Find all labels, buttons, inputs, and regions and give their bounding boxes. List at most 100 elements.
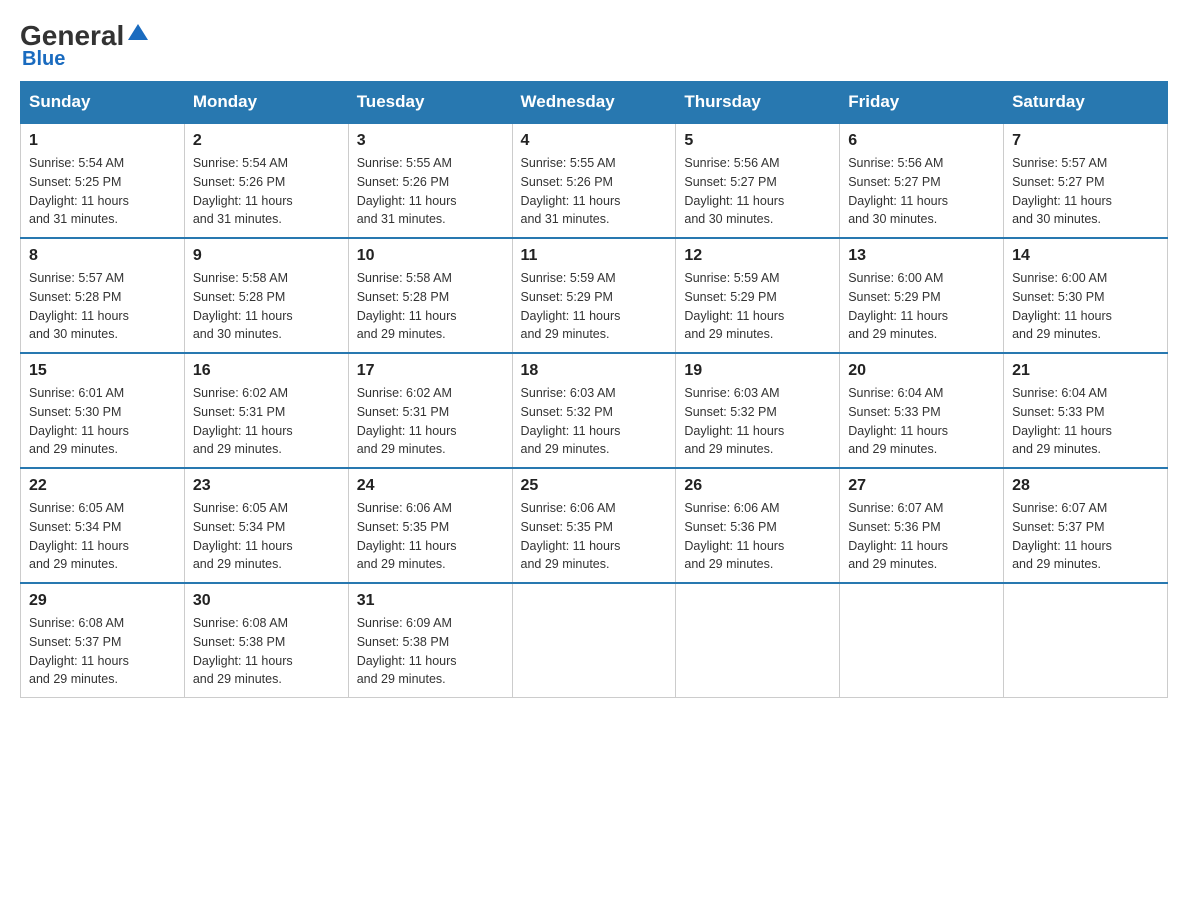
- logo: General Blue: [20, 20, 148, 71]
- day-cell: 31 Sunrise: 6:09 AMSunset: 5:38 PMDaylig…: [348, 583, 512, 698]
- day-number: 4: [521, 132, 668, 150]
- day-cell: 11 Sunrise: 5:59 AMSunset: 5:29 PMDaylig…: [512, 238, 676, 353]
- day-info: Sunrise: 6:05 AMSunset: 5:34 PMDaylight:…: [193, 499, 340, 574]
- day-info: Sunrise: 6:04 AMSunset: 5:33 PMDaylight:…: [848, 384, 995, 459]
- col-header-saturday: Saturday: [1004, 82, 1168, 124]
- day-cell: 22 Sunrise: 6:05 AMSunset: 5:34 PMDaylig…: [21, 468, 185, 583]
- day-cell: 6 Sunrise: 5:56 AMSunset: 5:27 PMDayligh…: [840, 123, 1004, 238]
- day-cell: 1 Sunrise: 5:54 AMSunset: 5:25 PMDayligh…: [21, 123, 185, 238]
- day-info: Sunrise: 5:55 AMSunset: 5:26 PMDaylight:…: [521, 154, 668, 229]
- week-row-4: 22 Sunrise: 6:05 AMSunset: 5:34 PMDaylig…: [21, 468, 1168, 583]
- day-number: 22: [29, 477, 176, 495]
- day-info: Sunrise: 5:54 AMSunset: 5:26 PMDaylight:…: [193, 154, 340, 229]
- day-info: Sunrise: 5:56 AMSunset: 5:27 PMDaylight:…: [684, 154, 831, 229]
- day-number: 6: [848, 132, 995, 150]
- day-number: 8: [29, 247, 176, 265]
- day-cell: [1004, 583, 1168, 698]
- day-number: 15: [29, 362, 176, 380]
- day-cell: 29 Sunrise: 6:08 AMSunset: 5:37 PMDaylig…: [21, 583, 185, 698]
- day-info: Sunrise: 5:58 AMSunset: 5:28 PMDaylight:…: [357, 269, 504, 344]
- day-info: Sunrise: 6:08 AMSunset: 5:37 PMDaylight:…: [29, 614, 176, 689]
- day-cell: [676, 583, 840, 698]
- day-info: Sunrise: 5:59 AMSunset: 5:29 PMDaylight:…: [684, 269, 831, 344]
- day-info: Sunrise: 6:07 AMSunset: 5:37 PMDaylight:…: [1012, 499, 1159, 574]
- day-info: Sunrise: 6:02 AMSunset: 5:31 PMDaylight:…: [193, 384, 340, 459]
- day-info: Sunrise: 5:56 AMSunset: 5:27 PMDaylight:…: [848, 154, 995, 229]
- col-header-monday: Monday: [184, 82, 348, 124]
- week-row-3: 15 Sunrise: 6:01 AMSunset: 5:30 PMDaylig…: [21, 353, 1168, 468]
- week-row-2: 8 Sunrise: 5:57 AMSunset: 5:28 PMDayligh…: [21, 238, 1168, 353]
- day-info: Sunrise: 6:01 AMSunset: 5:30 PMDaylight:…: [29, 384, 176, 459]
- week-row-1: 1 Sunrise: 5:54 AMSunset: 5:25 PMDayligh…: [21, 123, 1168, 238]
- day-cell: 28 Sunrise: 6:07 AMSunset: 5:37 PMDaylig…: [1004, 468, 1168, 583]
- day-number: 24: [357, 477, 504, 495]
- day-number: 1: [29, 132, 176, 150]
- day-info: Sunrise: 6:06 AMSunset: 5:35 PMDaylight:…: [357, 499, 504, 574]
- day-info: Sunrise: 5:58 AMSunset: 5:28 PMDaylight:…: [193, 269, 340, 344]
- day-info: Sunrise: 5:57 AMSunset: 5:28 PMDaylight:…: [29, 269, 176, 344]
- col-header-wednesday: Wednesday: [512, 82, 676, 124]
- day-number: 3: [357, 132, 504, 150]
- day-number: 29: [29, 592, 176, 610]
- day-cell: 19 Sunrise: 6:03 AMSunset: 5:32 PMDaylig…: [676, 353, 840, 468]
- day-number: 23: [193, 477, 340, 495]
- day-number: 18: [521, 362, 668, 380]
- day-number: 13: [848, 247, 995, 265]
- day-number: 10: [357, 247, 504, 265]
- day-number: 5: [684, 132, 831, 150]
- col-header-sunday: Sunday: [21, 82, 185, 124]
- day-cell: 3 Sunrise: 5:55 AMSunset: 5:26 PMDayligh…: [348, 123, 512, 238]
- header-row: SundayMondayTuesdayWednesdayThursdayFrid…: [21, 82, 1168, 124]
- day-number: 19: [684, 362, 831, 380]
- day-cell: 5 Sunrise: 5:56 AMSunset: 5:27 PMDayligh…: [676, 123, 840, 238]
- day-cell: 7 Sunrise: 5:57 AMSunset: 5:27 PMDayligh…: [1004, 123, 1168, 238]
- day-cell: 10 Sunrise: 5:58 AMSunset: 5:28 PMDaylig…: [348, 238, 512, 353]
- day-info: Sunrise: 6:04 AMSunset: 5:33 PMDaylight:…: [1012, 384, 1159, 459]
- week-row-5: 29 Sunrise: 6:08 AMSunset: 5:37 PMDaylig…: [21, 583, 1168, 698]
- day-info: Sunrise: 5:54 AMSunset: 5:25 PMDaylight:…: [29, 154, 176, 229]
- day-info: Sunrise: 6:03 AMSunset: 5:32 PMDaylight:…: [684, 384, 831, 459]
- logo-triangle-icon: [128, 24, 148, 40]
- day-info: Sunrise: 6:05 AMSunset: 5:34 PMDaylight:…: [29, 499, 176, 574]
- day-cell: 27 Sunrise: 6:07 AMSunset: 5:36 PMDaylig…: [840, 468, 1004, 583]
- day-info: Sunrise: 6:06 AMSunset: 5:35 PMDaylight:…: [521, 499, 668, 574]
- day-cell: 18 Sunrise: 6:03 AMSunset: 5:32 PMDaylig…: [512, 353, 676, 468]
- day-cell: 17 Sunrise: 6:02 AMSunset: 5:31 PMDaylig…: [348, 353, 512, 468]
- day-cell: 16 Sunrise: 6:02 AMSunset: 5:31 PMDaylig…: [184, 353, 348, 468]
- day-info: Sunrise: 6:02 AMSunset: 5:31 PMDaylight:…: [357, 384, 504, 459]
- day-number: 20: [848, 362, 995, 380]
- day-cell: 30 Sunrise: 6:08 AMSunset: 5:38 PMDaylig…: [184, 583, 348, 698]
- day-info: Sunrise: 6:00 AMSunset: 5:29 PMDaylight:…: [848, 269, 995, 344]
- col-header-tuesday: Tuesday: [348, 82, 512, 124]
- day-number: 11: [521, 247, 668, 265]
- day-info: Sunrise: 6:00 AMSunset: 5:30 PMDaylight:…: [1012, 269, 1159, 344]
- col-header-friday: Friday: [840, 82, 1004, 124]
- day-info: Sunrise: 6:09 AMSunset: 5:38 PMDaylight:…: [357, 614, 504, 689]
- page-header: General Blue: [20, 20, 1168, 71]
- day-number: 14: [1012, 247, 1159, 265]
- day-cell: 8 Sunrise: 5:57 AMSunset: 5:28 PMDayligh…: [21, 238, 185, 353]
- day-number: 9: [193, 247, 340, 265]
- day-info: Sunrise: 6:03 AMSunset: 5:32 PMDaylight:…: [521, 384, 668, 459]
- day-cell: 14 Sunrise: 6:00 AMSunset: 5:30 PMDaylig…: [1004, 238, 1168, 353]
- day-number: 12: [684, 247, 831, 265]
- day-cell: 20 Sunrise: 6:04 AMSunset: 5:33 PMDaylig…: [840, 353, 1004, 468]
- day-number: 25: [521, 477, 668, 495]
- day-cell: 21 Sunrise: 6:04 AMSunset: 5:33 PMDaylig…: [1004, 353, 1168, 468]
- day-number: 17: [357, 362, 504, 380]
- day-info: Sunrise: 5:57 AMSunset: 5:27 PMDaylight:…: [1012, 154, 1159, 229]
- day-cell: 26 Sunrise: 6:06 AMSunset: 5:36 PMDaylig…: [676, 468, 840, 583]
- day-info: Sunrise: 5:59 AMSunset: 5:29 PMDaylight:…: [521, 269, 668, 344]
- col-header-thursday: Thursday: [676, 82, 840, 124]
- day-number: 31: [357, 592, 504, 610]
- logo-subtitle: Blue: [22, 48, 65, 71]
- day-cell: 25 Sunrise: 6:06 AMSunset: 5:35 PMDaylig…: [512, 468, 676, 583]
- day-info: Sunrise: 5:55 AMSunset: 5:26 PMDaylight:…: [357, 154, 504, 229]
- day-number: 21: [1012, 362, 1159, 380]
- calendar-table: SundayMondayTuesdayWednesdayThursdayFrid…: [20, 81, 1168, 698]
- day-number: 16: [193, 362, 340, 380]
- day-cell: 2 Sunrise: 5:54 AMSunset: 5:26 PMDayligh…: [184, 123, 348, 238]
- day-number: 26: [684, 477, 831, 495]
- day-cell: 15 Sunrise: 6:01 AMSunset: 5:30 PMDaylig…: [21, 353, 185, 468]
- day-cell: 24 Sunrise: 6:06 AMSunset: 5:35 PMDaylig…: [348, 468, 512, 583]
